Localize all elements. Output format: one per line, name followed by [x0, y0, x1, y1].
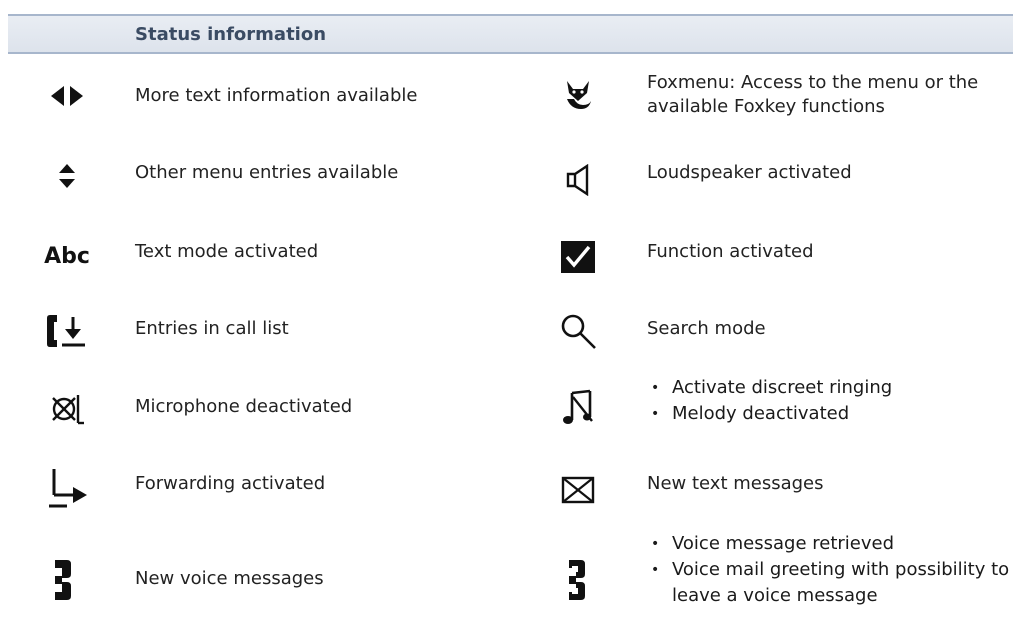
bullet-item: Activate discreet ringing — [647, 375, 1017, 401]
call-list-icon — [37, 303, 97, 359]
left-item-label-7: New voice messages — [135, 568, 324, 589]
melody-off-icon — [548, 379, 608, 435]
section-header: Status information — [8, 14, 1013, 54]
up-down-arrows-icon — [37, 148, 97, 204]
left-item-label-5: Microphone deactivated — [135, 396, 353, 417]
envelope-icon — [548, 462, 608, 518]
right-item-bullets-5: Activate discreet ringing Melody deactiv… — [647, 375, 1017, 427]
left-right-arrows-icon — [37, 68, 97, 124]
left-item-label-4: Entries in call list — [135, 318, 289, 339]
search-icon — [548, 304, 608, 360]
left-item-label-3: Text mode activated — [135, 241, 319, 262]
left-item-label-6: Forwarding activated — [135, 473, 326, 494]
checkbox-checked-icon — [548, 229, 608, 285]
text-mode-icon-text: Abc — [44, 243, 90, 269]
voice-message-icon — [32, 552, 92, 608]
right-item-label-1: Foxmenu: Access to the menu or the avail… — [647, 72, 979, 117]
right-item-label-4: Search mode — [647, 318, 766, 339]
fox-icon — [548, 68, 608, 124]
section-title: Status information — [135, 24, 327, 45]
bullet-item: Voice mail greeting with possibility to … — [647, 557, 1019, 609]
right-item-label-6: New text messages — [647, 473, 824, 494]
right-item-label-3: Function activated — [647, 241, 814, 262]
left-item-label-2: Other menu entries available — [135, 162, 399, 183]
loudspeaker-icon — [548, 152, 608, 208]
bullet-item: Voice message retrieved — [647, 531, 1019, 557]
voice-message-retrieved-icon — [546, 552, 606, 608]
right-item-bullets-7: Voice message retrieved Voice mail greet… — [647, 531, 1019, 609]
microphone-off-icon — [37, 381, 97, 437]
bullet-item: Melody deactivated — [647, 401, 1017, 427]
left-item-label-1: More text information available — [135, 85, 418, 106]
forwarding-icon — [37, 460, 97, 516]
text-mode-icon: Abc — [37, 228, 97, 284]
right-item-label-2: Loudspeaker activated — [647, 162, 852, 183]
